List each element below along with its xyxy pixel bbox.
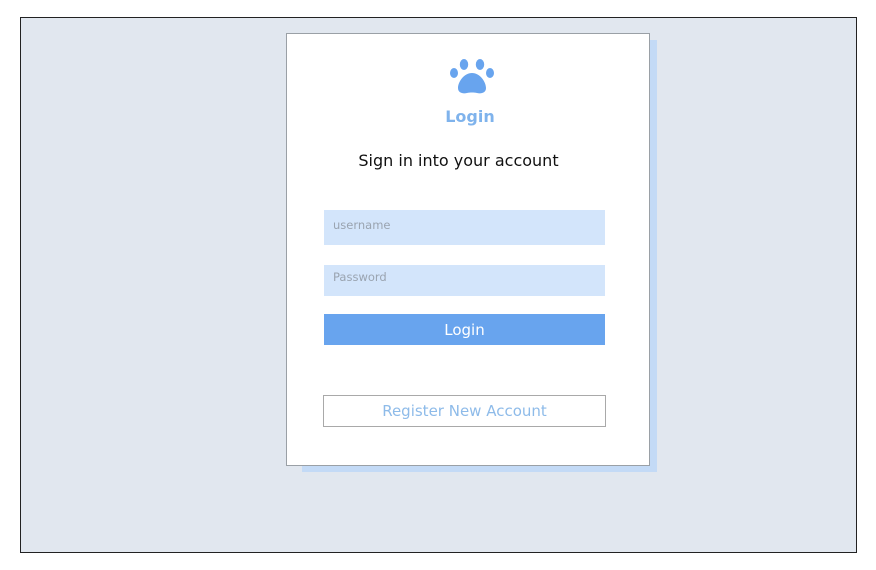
brand-title: Login: [445, 107, 495, 126]
username-input[interactable]: [324, 210, 605, 245]
login-button[interactable]: Login: [324, 314, 605, 345]
paw-icon: [450, 59, 494, 94]
register-new-account-button[interactable]: Register New Account: [323, 395, 606, 427]
page-subtitle: Sign in into your account: [358, 151, 559, 170]
password-input[interactable]: [324, 265, 605, 296]
